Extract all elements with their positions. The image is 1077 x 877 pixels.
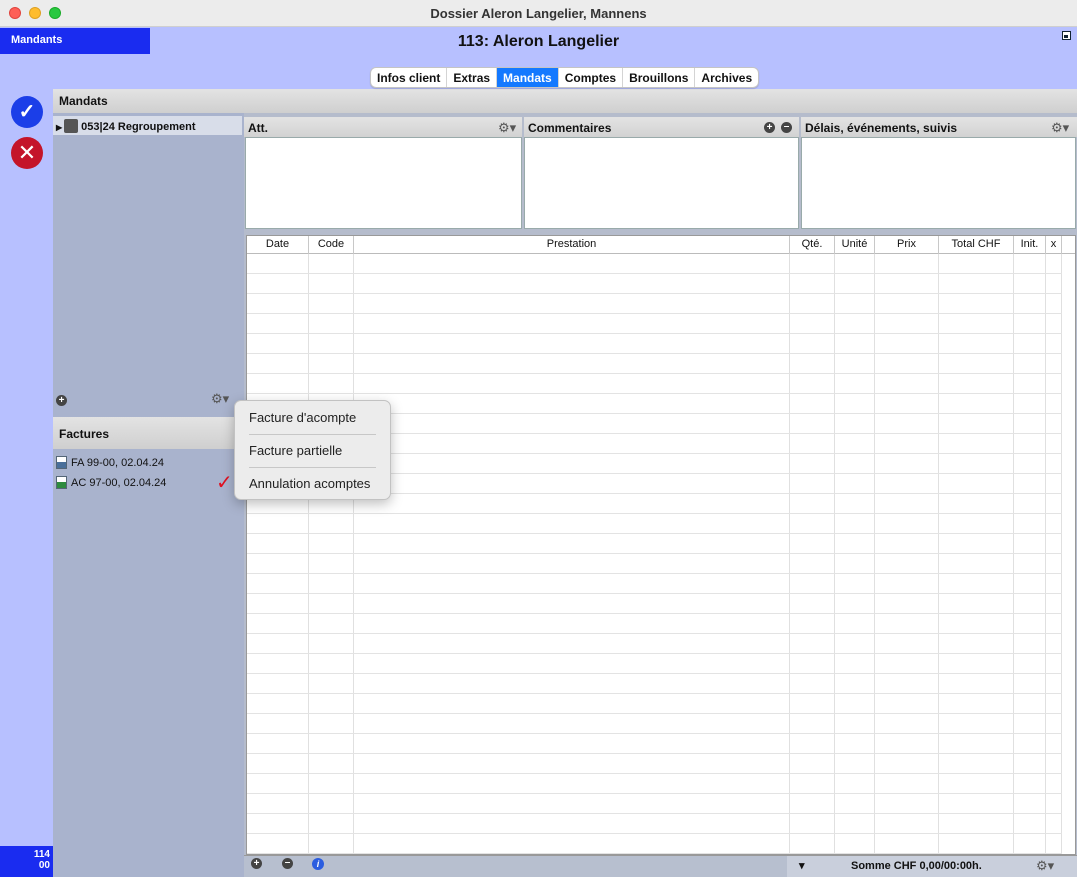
checkmark-icon: ✓ [18, 101, 36, 123]
factures-heading: Factures [53, 417, 243, 449]
table-row[interactable] [247, 294, 1062, 314]
add-mandat-button[interactable]: + [56, 395, 67, 406]
att-heading: Att. [244, 117, 522, 137]
record-counter: 114 00 [0, 846, 53, 877]
paid-check-icon: ✓ [216, 472, 233, 494]
table-row[interactable] [247, 754, 1062, 774]
window-title: Dossier Aleron Langelier, Mannens [430, 6, 647, 21]
table-row[interactable] [247, 734, 1062, 754]
counter-line-1: 114 [33, 849, 50, 860]
table-row[interactable] [247, 794, 1062, 814]
commentaires-heading: Commentaires [524, 117, 799, 137]
mandat-label: 053|24 Regroupement [81, 121, 196, 133]
table-row[interactable] [247, 574, 1062, 594]
delais-heading: Délais, événements, suivis [801, 117, 1077, 137]
tab-brouillons[interactable]: Brouillons [623, 68, 696, 87]
att-gear-menu-icon[interactable]: ⚙▾ [498, 120, 516, 136]
menu-item-facture-partielle[interactable]: Facture partielle [249, 443, 342, 458]
cancel-button[interactable]: ✕ [11, 137, 43, 169]
commentaires-textarea[interactable] [524, 137, 799, 229]
column-header-unite[interactable]: Unité [835, 236, 875, 254]
att-textarea[interactable] [245, 137, 522, 229]
table-row[interactable] [247, 274, 1062, 294]
tab-archives[interactable]: Archives [695, 68, 758, 87]
table-row[interactable] [247, 634, 1062, 654]
counter-line-2: 00 [38, 860, 50, 871]
tab-extras[interactable]: Extras [447, 68, 498, 87]
disclosure-triangle-icon[interactable]: ▶ [56, 123, 62, 132]
add-comment-button[interactable]: + [764, 122, 775, 133]
delais-list[interactable] [801, 137, 1076, 229]
info-icon[interactable]: i [312, 858, 324, 870]
remove-comment-button[interactable]: – [781, 122, 792, 133]
table-row[interactable] [247, 674, 1062, 694]
prestations-table[interactable]: Date Code Prestation Qté. Unité Prix Tot… [246, 235, 1076, 855]
table-row[interactable] [247, 814, 1062, 834]
column-header-code[interactable]: Code [309, 236, 354, 254]
column-header-prestation[interactable]: Prestation [354, 236, 790, 254]
mandat-gear-menu-icon[interactable]: ⚙▾ [211, 391, 229, 407]
table-row[interactable] [247, 834, 1062, 854]
column-header-x[interactable]: x [1046, 236, 1062, 254]
table-header: Date Code Prestation Qté. Unité Prix Tot… [247, 236, 1075, 254]
column-header-qte[interactable]: Qté. [790, 236, 835, 254]
facture-label: FA 99-00, 02.04.24 [71, 457, 164, 469]
table-row[interactable] [247, 254, 1062, 274]
sum-label: Somme CHF 0,00/00:00h. [851, 860, 982, 872]
dropdown-arrow-icon[interactable]: ▾ [799, 859, 805, 872]
blue-document-icon [56, 456, 67, 469]
menu-separator [249, 467, 376, 468]
mandats-heading: Mandats [53, 89, 1077, 113]
table-row[interactable] [247, 694, 1062, 714]
table-row[interactable] [247, 354, 1062, 374]
facture-label: AC 97-00, 02.04.24 [71, 477, 167, 489]
column-header-total[interactable]: Total CHF [939, 236, 1014, 254]
column-header-init[interactable]: Init. [1014, 236, 1046, 254]
client-title: 113: Aleron Langelier [457, 33, 620, 50]
confirm-button[interactable]: ✓ [11, 96, 43, 128]
table-row[interactable] [247, 714, 1062, 734]
avatar [64, 119, 79, 133]
menu-separator [249, 434, 376, 435]
facture-list-item[interactable]: AC 97-00, 02.04.24 [56, 476, 166, 489]
remove-row-button[interactable]: – [282, 858, 293, 869]
tab-infos-client[interactable]: Infos client [371, 68, 448, 87]
action-column [0, 77, 53, 877]
green-document-icon [56, 476, 67, 489]
table-row[interactable] [247, 374, 1062, 394]
table-row[interactable] [247, 594, 1062, 614]
table-row[interactable] [247, 774, 1062, 794]
table-row[interactable] [247, 334, 1062, 354]
close-icon: ✕ [17, 140, 37, 165]
table-row[interactable] [247, 614, 1062, 634]
table-row[interactable] [247, 534, 1062, 554]
tab-mandats[interactable]: Mandats [497, 68, 559, 87]
facture-list-item[interactable]: FA 99-00, 02.04.24 [56, 456, 164, 469]
menu-item-annulation-acomptes[interactable]: Annulation acomptes [249, 476, 370, 491]
table-row[interactable] [247, 554, 1062, 574]
sum-display: ▾ Somme CHF 0,00/00:00h. [787, 856, 1077, 877]
table-row[interactable] [247, 514, 1062, 534]
tab-comptes[interactable]: Comptes [559, 68, 624, 87]
menu-item-facture-acompte[interactable]: Facture d'acompte [249, 410, 356, 425]
table-row[interactable] [247, 314, 1062, 334]
facture-popup-menu: Facture d'acompte Facture partielle Annu… [234, 400, 391, 500]
title-bar: Dossier Aleron Langelier, Mannens [0, 0, 1077, 27]
tab-bar: Infos client Extras Mandats Comptes Brou… [370, 67, 760, 88]
window-corner-icon[interactable] [1062, 31, 1071, 40]
table-row[interactable] [247, 654, 1062, 674]
mandat-list-item[interactable]: ▶ 053|24 Regroupement [53, 116, 242, 135]
delais-gear-menu-icon[interactable]: ⚙▾ [1051, 120, 1069, 136]
column-header-prix[interactable]: Prix [875, 236, 939, 254]
add-row-button[interactable]: + [251, 858, 262, 869]
column-header-date[interactable]: Date [247, 236, 309, 254]
footer-gear-menu-icon[interactable]: ⚙▾ [1036, 858, 1054, 874]
